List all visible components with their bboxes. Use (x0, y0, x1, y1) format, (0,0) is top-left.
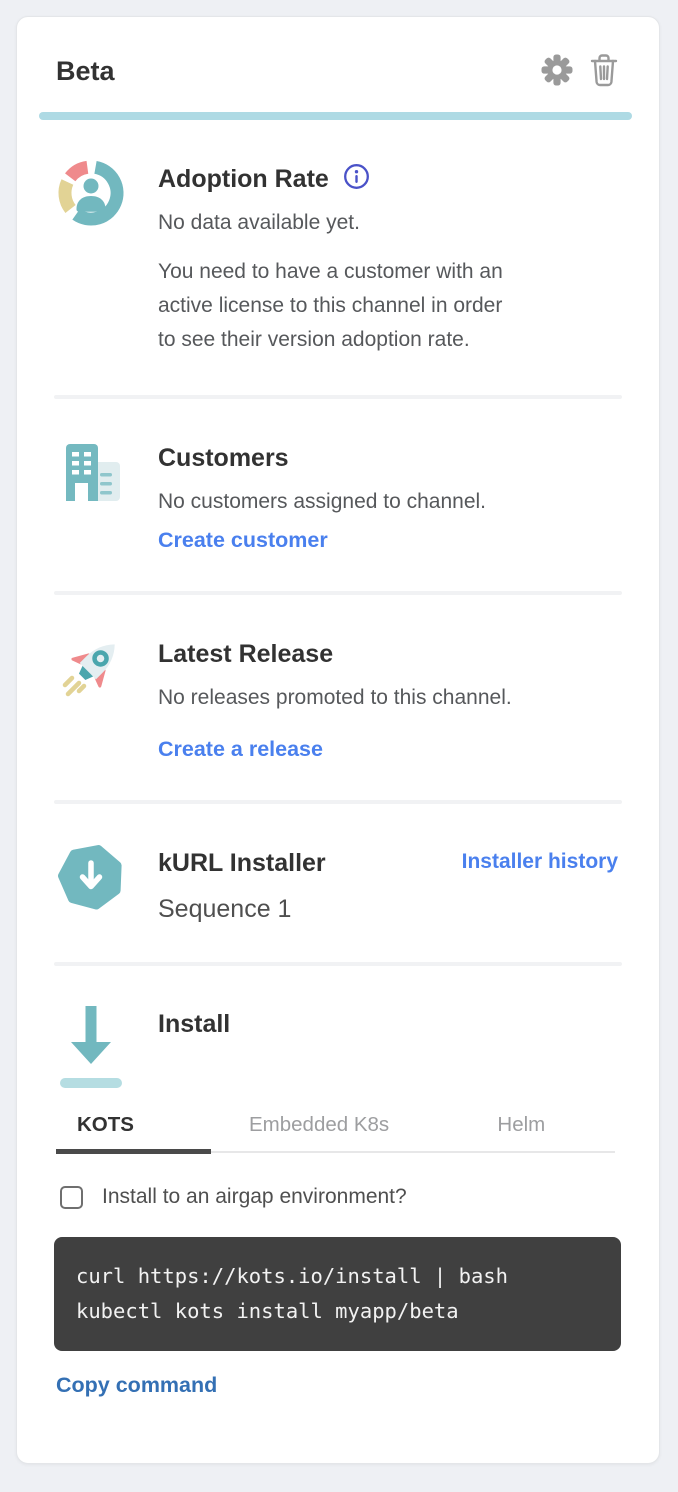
customers-empty-text: No customers assigned to channel. (158, 489, 618, 515)
channel-name: Beta (56, 56, 115, 87)
channel-card: Beta (16, 16, 660, 1464)
rocket-icon (56, 633, 126, 762)
adoption-rate-section: Adoption Rate No data available yet. You… (17, 120, 659, 395)
download-arrow-icon (56, 1000, 126, 1097)
customers-body: Customers No customers assigned to chann… (158, 437, 618, 553)
info-icon[interactable] (343, 163, 370, 195)
adoption-rate-empty-text: No data available yet. (158, 210, 618, 236)
adoption-rate-body: Adoption Rate No data available yet. You… (158, 158, 618, 357)
install-command-line: kubectl kots install myapp/beta (76, 1294, 611, 1329)
tab-kots[interactable]: KOTS (56, 1107, 211, 1151)
latest-release-empty-text: No releases promoted to this channel. (158, 685, 618, 711)
customers-title: Customers (158, 442, 289, 474)
latest-release-body: Latest Release No releases promoted to t… (158, 633, 618, 762)
create-customer-link[interactable]: Create customer (158, 528, 328, 553)
airgap-checkbox[interactable] (60, 1186, 83, 1209)
install-command-block: curl https://kots.io/install | bash kube… (54, 1237, 621, 1351)
adoption-rate-donut-icon (56, 158, 126, 357)
airgap-label: Install to an airgap environment? (102, 1185, 407, 1209)
kurl-installer-body: kURL Installer Installer history Sequenc… (158, 842, 618, 924)
kurl-installer-section: kURL Installer Installer history Sequenc… (17, 804, 659, 962)
install-body: Install (158, 1000, 618, 1097)
copy-command-link[interactable]: Copy command (56, 1373, 217, 1398)
latest-release-section: Latest Release No releases promoted to t… (17, 595, 659, 800)
create-release-link[interactable]: Create a release (158, 737, 323, 762)
latest-release-title: Latest Release (158, 638, 333, 670)
customers-section: Customers No customers assigned to chann… (17, 399, 659, 591)
airgap-row: Install to an airgap environment? (60, 1185, 618, 1209)
gear-icon (540, 53, 574, 90)
adoption-rate-description: You need to have a customer with an acti… (158, 255, 618, 357)
install-command-line: curl https://kots.io/install | bash (76, 1259, 611, 1294)
installer-sequence: Sequence 1 (158, 894, 618, 924)
adoption-rate-title: Adoption Rate (158, 163, 329, 195)
tab-helm[interactable]: Helm (428, 1107, 615, 1151)
buildings-icon (56, 437, 126, 553)
channel-settings-button[interactable] (540, 53, 574, 90)
install-tabs: KOTS Embedded K8s Helm (56, 1107, 615, 1153)
channel-accent-bar (39, 112, 632, 120)
kurl-heptagon-download-icon (56, 842, 126, 924)
kurl-installer-title: kURL Installer (158, 847, 326, 879)
delete-channel-button[interactable] (589, 53, 619, 90)
tab-embedded-k8s[interactable]: Embedded K8s (211, 1107, 428, 1151)
install-title: Install (158, 1008, 230, 1040)
installer-history-link[interactable]: Installer history (462, 850, 618, 874)
card-header: Beta (56, 53, 619, 90)
trash-icon (589, 53, 619, 90)
header-actions (540, 53, 619, 90)
install-section: Install (17, 966, 659, 1097)
